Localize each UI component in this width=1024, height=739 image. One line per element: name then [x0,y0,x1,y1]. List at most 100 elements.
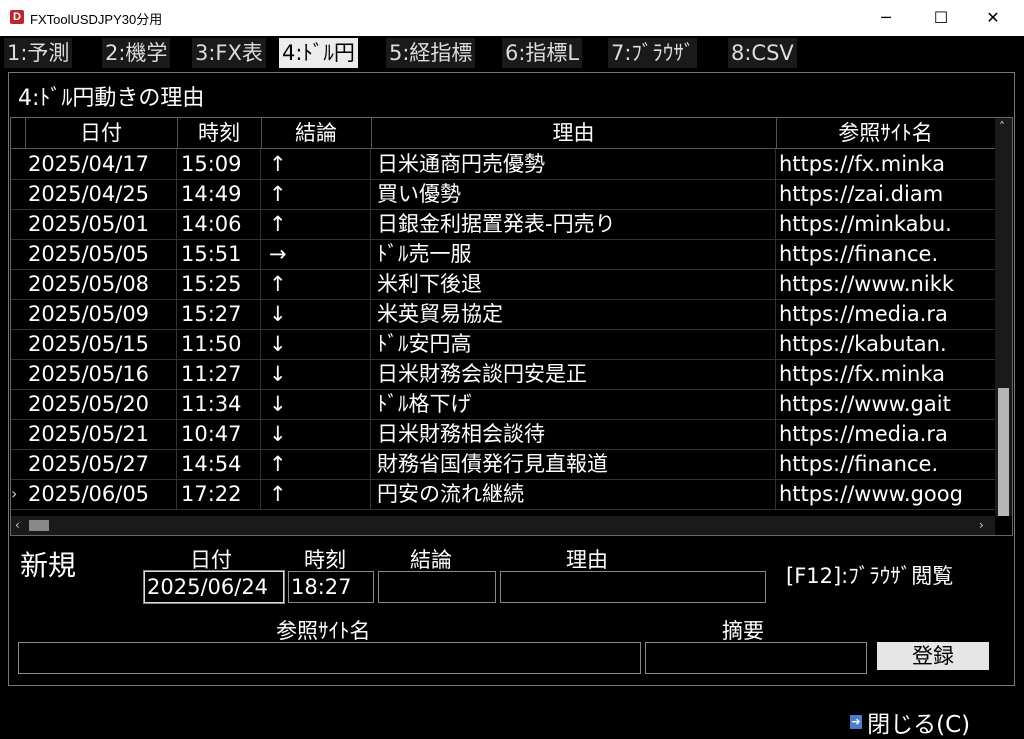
cell-site[interactable]: https://www.goog [776,479,995,509]
cell-reason[interactable]: 円安の流れ継続 [371,479,776,509]
cell-time[interactable]: 15:25 [177,269,261,299]
row-indicator[interactable]: › [11,479,25,509]
date-input[interactable]: 2025/06/24 [143,570,285,604]
table-row[interactable]: 2025/05/16 11:27 ↓ 日米財務会談円安是正 https://fx.min… [11,359,995,390]
row-indicator[interactable] [11,389,25,419]
cell-conclusion[interactable]: ↑ [261,449,371,479]
cell-site[interactable]: https://media.ra [776,299,995,329]
table-row[interactable]: 2025/05/08 15:25 ↑ 米利下後退 https://www.nikk [11,269,995,300]
row-indicator[interactable] [11,179,25,209]
cell-site[interactable]: https://www.gait [776,389,995,419]
cell-time[interactable]: 15:27 [177,299,261,329]
cell-conclusion[interactable]: → [261,239,371,269]
col-header-site[interactable]: 参照ｻｲﾄ名 [776,118,995,148]
row-indicator[interactable] [11,269,25,299]
cell-reason[interactable]: ﾄﾞﾙ格下げ [371,389,776,419]
row-indicator[interactable] [11,299,25,329]
table-row[interactable]: 2025/05/15 11:50 ↓ ﾄﾞﾙ安円高 https://kabutan. [11,329,995,360]
cell-date[interactable]: 2025/05/05 [25,239,177,269]
cell-conclusion[interactable]: ↑ [261,209,371,239]
cell-site[interactable]: https://zai.diam [776,179,995,209]
scroll-left-icon[interactable]: ‹ [15,518,20,532]
site-input[interactable] [18,642,641,674]
table-row[interactable]: 2025/04/25 14:49 ↑ 買い優勢 https://zai.diam [11,179,995,210]
cell-conclusion[interactable]: ↓ [261,419,371,449]
cell-reason[interactable]: 財務省国債発行見直報道 [371,449,776,479]
cell-date[interactable]: 2025/05/21 [25,419,177,449]
cell-date[interactable]: 2025/04/17 [25,149,177,179]
cell-date[interactable]: 2025/05/27 [25,449,177,479]
cell-time[interactable]: 17:22 [177,479,261,509]
cell-time[interactable]: 14:54 [177,449,261,479]
row-indicator[interactable] [11,239,25,269]
cell-time[interactable]: 11:50 [177,329,261,359]
table-row[interactable]: 2025/05/20 11:34 ↓ ﾄﾞﾙ格下げ https://www.gait [11,389,995,420]
table-row[interactable]: 2025/04/17 15:09 ↑ 日米通商円売優勢 https://fx.minka [11,149,995,180]
cell-site[interactable]: https://fx.minka [776,149,995,179]
col-header-conclusion[interactable]: 結論 [261,118,372,148]
scroll-up-icon[interactable]: ˄ [999,120,1005,134]
cell-date[interactable]: 2025/05/01 [25,209,177,239]
horizontal-scrollbar[interactable]: ‹ › [11,516,995,535]
cell-time[interactable]: 14:06 [177,209,261,239]
cell-reason[interactable]: 日米財務相会談待 [371,419,776,449]
vertical-scrollbar[interactable]: ˄ [995,118,1012,516]
reasons-grid[interactable]: 日付 時刻 結論 理由 参照ｻｲﾄ名 2025/04/17 15:09 ↑ 日米通商円… [10,117,1013,536]
maximize-button[interactable]: ☐ [918,0,964,36]
tab-csv[interactable]: 8:CSV [728,38,797,68]
summary-input[interactable] [645,642,867,674]
scroll-right-icon[interactable]: › [979,518,984,532]
cell-conclusion[interactable]: ↑ [261,269,371,299]
vertical-scroll-thumb[interactable] [998,388,1009,516]
row-indicator[interactable] [11,329,25,359]
col-header-time[interactable]: 時刻 [177,118,262,148]
tab-indicator-list[interactable]: 6:指標L [502,38,583,68]
row-indicator[interactable] [11,209,25,239]
table-row[interactable]: › 2025/06/05 17:22 ↑ 円安の流れ継続 https://www.goog [11,479,995,510]
cell-reason[interactable]: 日米通商円売優勢 [371,149,776,179]
row-indicator[interactable] [11,149,25,179]
cell-reason[interactable]: 米英貿易協定 [371,299,776,329]
tab-forecast[interactable]: 1:予測 [4,38,73,68]
horizontal-scroll-thumb[interactable] [29,520,49,531]
cell-reason[interactable]: 日銀金利据置発表-円売り [371,209,776,239]
cell-reason[interactable]: 米利下後退 [371,269,776,299]
cell-time[interactable]: 15:51 [177,239,261,269]
cell-time[interactable]: 11:34 [177,389,261,419]
cell-reason[interactable]: ﾄﾞﾙ安円高 [371,329,776,359]
cell-site[interactable]: https://finance. [776,239,995,269]
tab-dollar-yen[interactable]: 4:ﾄﾞﾙ円 [279,38,358,68]
row-indicator[interactable] [11,449,25,479]
cell-conclusion[interactable]: ↑ [261,179,371,209]
cell-site[interactable]: https://minkabu. [776,209,995,239]
cell-conclusion[interactable]: ↑ [261,149,371,179]
table-row[interactable]: 2025/05/01 14:06 ↑ 日銀金利据置発表-円売り https://mink… [11,209,995,240]
cell-time[interactable]: 15:09 [177,149,261,179]
table-row[interactable]: 2025/05/09 15:27 ↓ 米英貿易協定 https://media.ra [11,299,995,330]
row-indicator[interactable] [11,419,25,449]
cell-site[interactable]: https://www.nikk [776,269,995,299]
cell-site[interactable]: https://media.ra [776,419,995,449]
table-row[interactable]: 2025/05/21 10:47 ↓ 日米財務相会談待 https://media.ra [11,419,995,450]
cell-date[interactable]: 2025/05/20 [25,389,177,419]
col-header-reason[interactable]: 理由 [371,118,777,148]
tab-economic-indicators[interactable]: 5:経指標 [386,38,476,68]
cell-reason[interactable]: 買い優勢 [371,179,776,209]
cell-date[interactable]: 2025/04/25 [25,179,177,209]
row-indicator[interactable] [11,359,25,389]
tab-machine-learning[interactable]: 2:機学 [102,38,171,68]
table-row[interactable]: 2025/05/05 15:51 → ﾄﾞﾙ売一服 https://finance. [11,239,995,270]
register-button[interactable]: 登録 [877,642,989,670]
cell-date[interactable]: 2025/05/09 [25,299,177,329]
cell-conclusion[interactable]: ↑ [261,479,371,509]
cell-conclusion[interactable]: ↓ [261,299,371,329]
cell-conclusion[interactable]: ↓ [261,359,371,389]
cell-time[interactable]: 11:27 [177,359,261,389]
col-header-date[interactable]: 日付 [25,118,178,148]
cell-conclusion[interactable]: ↓ [261,389,371,419]
cell-conclusion[interactable]: ↓ [261,329,371,359]
cell-site[interactable]: https://fx.minka [776,359,995,389]
time-input[interactable]: 18:27 [288,571,374,603]
table-row[interactable]: 2025/05/27 14:54 ↑ 財務省国債発行見直報道 https://finan… [11,449,995,480]
cell-date[interactable]: 2025/05/15 [25,329,177,359]
